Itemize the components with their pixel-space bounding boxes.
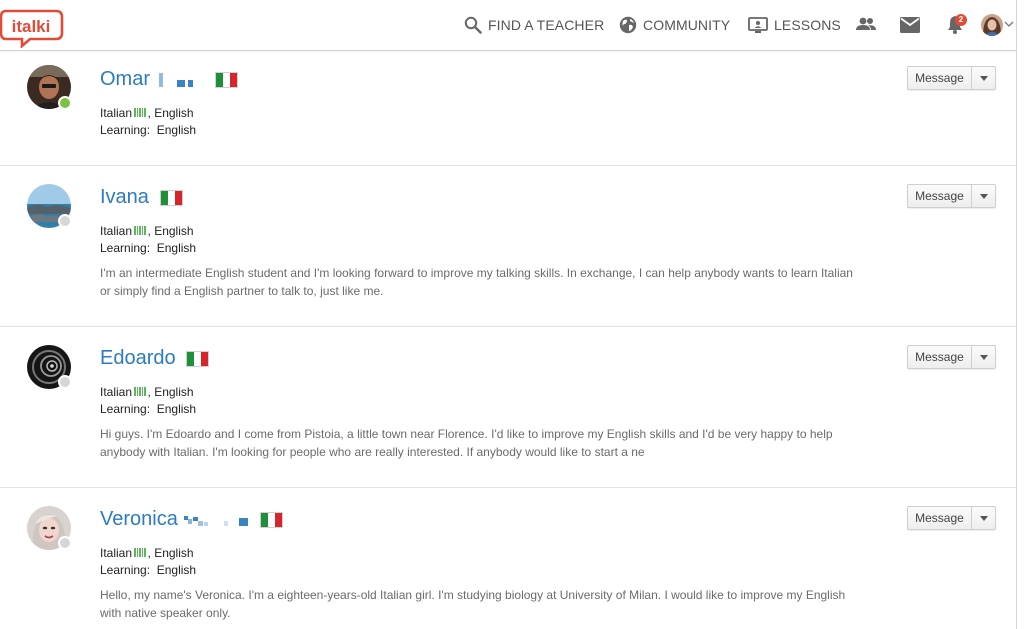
people-icon[interactable] [855, 15, 877, 38]
message-dropdown-toggle[interactable] [972, 507, 995, 529]
list-item: Omar Italian, English Learning: English … [0, 50, 1016, 166]
nav-lessons-label: LESSONS [774, 17, 841, 33]
profile-name[interactable]: Edoardo [100, 347, 209, 370]
learning-line: Learning: English [100, 123, 196, 137]
message-dropdown-toggle[interactable] [972, 67, 995, 89]
message-button[interactable]: Message [908, 67, 972, 89]
profile-bio: Hi guys. I'm Edoardo and I come from Pis… [100, 427, 833, 459]
learning-label: Learning: [100, 402, 151, 416]
pixelated-flag [188, 79, 193, 87]
level-bars-icon [134, 385, 147, 399]
caret-down-icon [979, 75, 988, 81]
native-language: Italian [100, 385, 133, 400]
italy-flag-icon [159, 189, 183, 206]
offline-status-dot [58, 375, 72, 389]
message-button[interactable]: Message [908, 346, 972, 368]
logo-text: italki [12, 17, 51, 36]
language-line: Italian , English [100, 546, 194, 562]
profile-name-text: Veronica [100, 508, 178, 530]
italy-flag-icon [259, 511, 283, 528]
other-language: , English [147, 106, 194, 121]
native-language: Italian [100, 106, 133, 121]
other-language: , English [147, 385, 194, 400]
learning-language: English [156, 241, 197, 255]
level-bars-icon [134, 224, 147, 238]
message-dropdown-toggle[interactable] [972, 346, 995, 368]
notification-badge: 2 [955, 14, 967, 26]
nav-find-teacher-label: FIND A TEACHER [488, 17, 605, 33]
other-language: , English [147, 224, 194, 239]
learning-language: English [156, 563, 197, 577]
learning-language: English [156, 123, 197, 137]
profile-name-text: Edoardo [100, 347, 176, 369]
page-edge [1016, 0, 1024, 629]
list-item: Veronica Italian , English Learning: Engl… [0, 488, 1016, 629]
message-button-group: Message [907, 506, 996, 530]
level-bars-icon [134, 546, 147, 560]
message-button-group: Message [907, 66, 996, 90]
lessons-icon [748, 17, 768, 33]
chevron-down-icon[interactable] [1004, 21, 1014, 28]
nav-community[interactable]: COMMUNITY [619, 0, 730, 50]
pixelated-flag [177, 79, 185, 87]
message-button[interactable]: Message [908, 507, 972, 529]
learning-line: Learning: English [100, 241, 196, 255]
italki-logo[interactable]: italki [0, 8, 64, 49]
offline-status-dot [58, 536, 72, 550]
nav-community-label: COMMUNITY [643, 17, 731, 33]
italy-flag-icon [185, 350, 209, 367]
profile-name[interactable]: Veronica [100, 508, 283, 531]
profile-name[interactable]: Omar [100, 68, 238, 91]
learning-label: Learning: [100, 123, 151, 137]
pixelated-flag [159, 72, 163, 87]
caret-down-icon [979, 354, 988, 360]
mail-icon[interactable] [900, 17, 920, 38]
message-button-group: Message [907, 345, 996, 369]
learning-line: Learning: English [100, 563, 196, 577]
profile-name-text: Ivana [100, 186, 149, 208]
message-button-group: Message [907, 184, 996, 208]
offline-status-dot [58, 214, 72, 228]
message-dropdown-toggle[interactable] [972, 185, 995, 207]
caret-down-icon [979, 193, 988, 199]
profile-bio: Hello, my name's Veronica. I'm a eightee… [100, 588, 846, 620]
pixelated-flag [183, 512, 252, 528]
list-item: Edoardo Italian , English Learning: Engli… [0, 327, 1016, 488]
nav-lessons[interactable]: LESSONS [748, 0, 841, 50]
learning-label: Learning: [100, 241, 151, 255]
language-line: Italian , English [100, 385, 194, 401]
search-icon [464, 16, 482, 34]
profile-bio: I'm an intermediate English student and … [100, 266, 853, 298]
learning-language: English [156, 402, 197, 416]
user-avatar[interactable] [981, 14, 1003, 36]
top-navbar: italki FIND A TEACHER COMMUNITY LESSONS [0, 0, 1016, 51]
language-line: Italian , English [100, 106, 194, 122]
learning-label: Learning: [100, 563, 151, 577]
caret-down-icon [979, 515, 988, 521]
globe-icon [619, 16, 637, 34]
native-language: Italian [100, 224, 133, 239]
italy-flag-icon [215, 71, 238, 88]
profile-name-text: Omar [100, 68, 150, 90]
language-line: Italian , English [100, 224, 194, 240]
message-button[interactable]: Message [908, 185, 972, 207]
level-bars-icon [134, 106, 147, 120]
online-status-dot [58, 96, 72, 110]
list-item: Ivana Italian , English Learning: English… [0, 166, 1016, 327]
learning-line: Learning: English [100, 402, 196, 416]
other-language: , English [147, 546, 194, 561]
nav-find-teacher[interactable]: FIND A TEACHER [464, 0, 604, 50]
profile-name[interactable]: Ivana [100, 186, 183, 209]
native-language: Italian [100, 546, 133, 561]
